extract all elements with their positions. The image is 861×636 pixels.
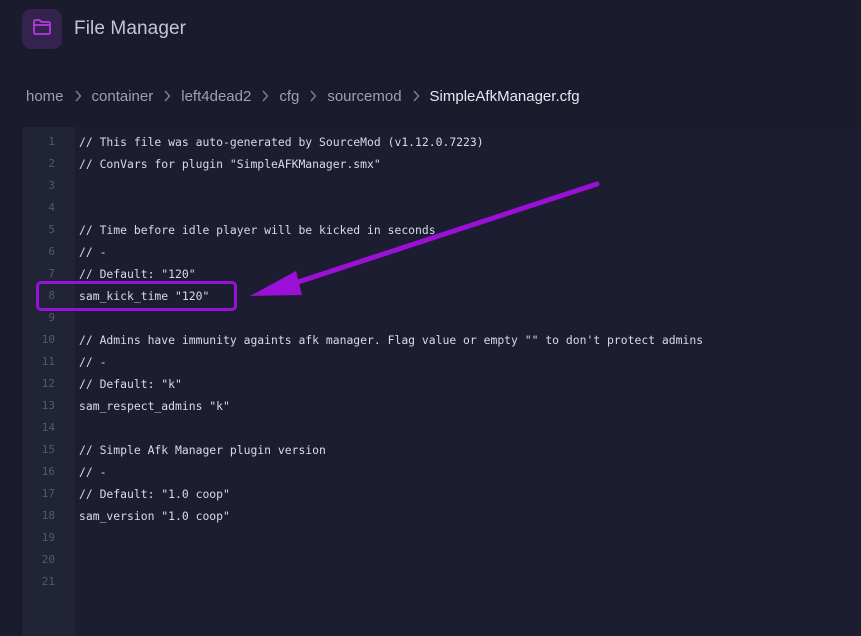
app-title: File Manager — [74, 18, 187, 39]
code-line: 19 — [22, 527, 861, 549]
line-text: sam_version "1.0 coop" — [79, 509, 230, 523]
code-line: 3 — [22, 175, 861, 197]
breadcrumb: home container left4dead2 cfg sourcemod Simpl… — [26, 86, 580, 106]
line-number: 1 — [48, 135, 55, 148]
line-text: // - — [79, 245, 107, 259]
header: File Manager — [22, 9, 186, 49]
line-text: // ConVars for plugin "SimpleAFKManager.… — [79, 157, 381, 171]
code-line: 18 sam_version "1.0 coop" — [22, 505, 861, 527]
code-line: 1 // This file was auto-generated by Sour… — [22, 131, 861, 153]
line-number: 10 — [41, 333, 55, 346]
line-number: 18 — [41, 509, 55, 522]
breadcrumb-item[interactable]: container — [92, 88, 154, 105]
line-number: 4 — [48, 201, 55, 214]
code-line: 15 // Simple Afk Manager plugin version — [22, 439, 861, 461]
breadcrumb-current-file: SimpleAfkManager.cfg — [429, 87, 580, 105]
line-number: 8 — [48, 289, 55, 302]
code-line: 12 // Default: "k" — [22, 373, 861, 395]
code-line: 11 // - — [22, 351, 861, 373]
code-line: 10 // Admins have immunity againts afk ma… — [22, 329, 861, 351]
line-number: 12 — [41, 377, 55, 390]
line-text: sam_kick_time "120" — [79, 289, 210, 303]
code-line: 4 — [22, 197, 861, 219]
line-number: 6 — [48, 245, 55, 258]
code-line: 9 — [22, 307, 861, 329]
chevron-right-icon — [402, 90, 430, 102]
line-text: // - — [79, 465, 107, 479]
code-line: 17 // Default: "1.0 coop" — [22, 483, 861, 505]
line-text: // This file was auto-generated by Sourc… — [79, 135, 484, 149]
line-text: sam_respect_admins "k" — [79, 399, 230, 413]
line-text: // - — [79, 355, 107, 369]
code-line: 21 — [22, 571, 861, 593]
line-number: 5 — [48, 223, 55, 236]
breadcrumb-item[interactable]: sourcemod — [327, 88, 401, 105]
line-number: 11 — [41, 355, 55, 368]
code-line: 20 — [22, 549, 861, 571]
line-text: // Time before idle player will be kicke… — [79, 223, 436, 237]
line-text: // Default: "1.0 coop" — [79, 487, 230, 501]
app-icon-button[interactable] — [22, 9, 62, 49]
code-line: 2 // ConVars for plugin "SimpleAFKManager… — [22, 153, 861, 175]
line-number: 21 — [41, 575, 55, 588]
code-line: 6 // - — [22, 241, 861, 263]
line-text: // Default: "k" — [79, 377, 182, 391]
line-text: // Admins have immunity againts afk mana… — [79, 333, 704, 347]
code-line: 8 sam_kick_time "120" — [22, 285, 861, 307]
line-number: 3 — [48, 179, 55, 192]
file-manager-page: File Manager home container left4dead2 cfg s… — [0, 0, 861, 636]
code-line: 7 // Default: "120" — [22, 263, 861, 285]
code-line: 14 — [22, 417, 861, 439]
line-number: 14 — [41, 421, 55, 434]
chevron-right-icon — [251, 90, 279, 102]
breadcrumb-item[interactable]: cfg — [279, 88, 299, 105]
code-line: 5 // Time before idle player will be kick… — [22, 219, 861, 241]
line-number: 13 — [41, 399, 55, 412]
code-editor[interactable]: 1 // This file was auto-generated by Sour… — [22, 127, 861, 636]
line-number: 16 — [41, 465, 55, 478]
line-number: 7 — [48, 267, 55, 280]
line-number: 2 — [48, 157, 55, 170]
line-text: // Simple Afk Manager plugin version — [79, 443, 326, 457]
chevron-right-icon — [64, 90, 92, 102]
breadcrumb-item[interactable]: home — [26, 88, 64, 105]
breadcrumb-item[interactable]: left4dead2 — [181, 88, 251, 105]
line-number: 15 — [41, 443, 55, 456]
chevron-right-icon — [153, 90, 181, 102]
code-line: 16 // - — [22, 461, 861, 483]
line-number: 9 — [48, 311, 55, 324]
line-number: 20 — [41, 553, 55, 566]
code-line: 13 sam_respect_admins "k" — [22, 395, 861, 417]
line-number: 19 — [41, 531, 55, 544]
folder-icon — [32, 18, 52, 41]
chevron-right-icon — [299, 90, 327, 102]
line-number: 17 — [41, 487, 55, 500]
line-text: // Default: "120" — [79, 267, 196, 281]
